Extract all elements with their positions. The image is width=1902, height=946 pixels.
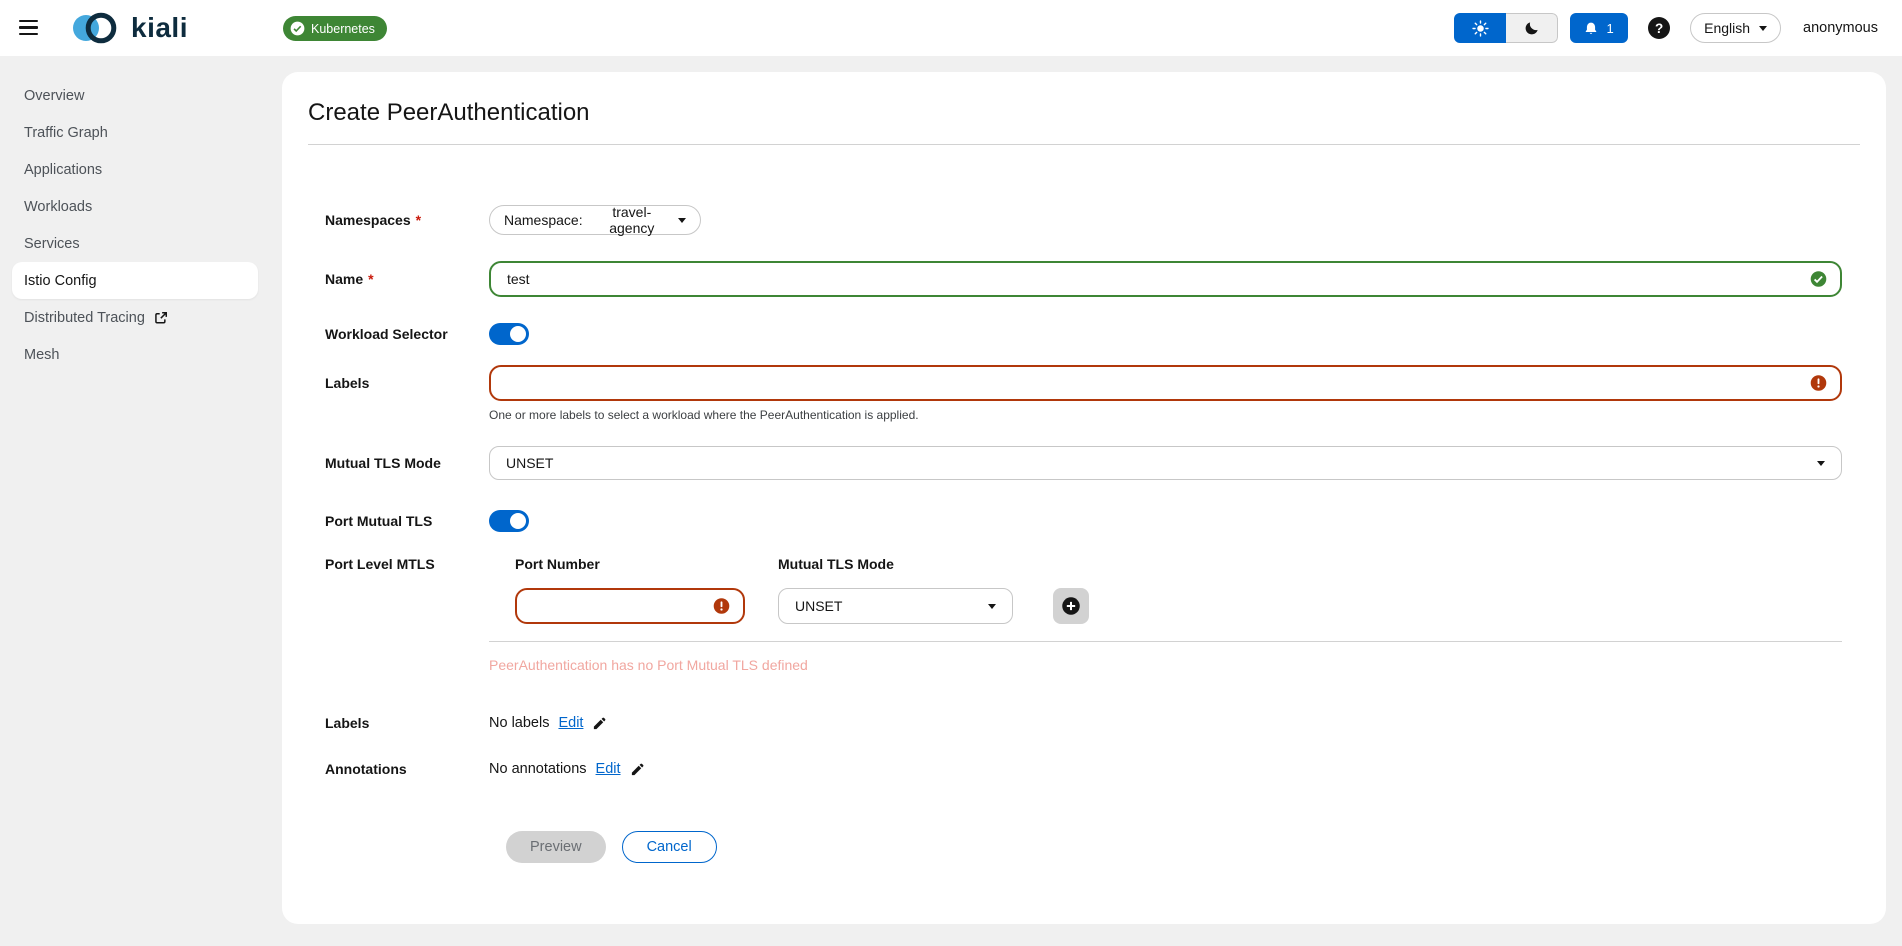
port-level-mtls-row: Port Level MTLS Port Number Mutual TLS M…	[325, 554, 1842, 673]
sidebar-item-applications[interactable]: Applications	[0, 151, 270, 188]
port-level-mtls-label: Port Level MTLS	[325, 554, 489, 572]
moon-icon	[1524, 20, 1540, 36]
workload-selector-toggle[interactable]	[489, 323, 529, 345]
pencil-icon	[592, 716, 607, 731]
sidebar-item-overview[interactable]: Overview	[0, 77, 270, 114]
form-actions: Preview Cancel	[506, 831, 1842, 863]
labels-row: Labels One or more labels to select a wo…	[325, 365, 1842, 422]
dark-theme-button[interactable]	[1506, 13, 1558, 43]
create-peerauthentication-card: Create PeerAuthentication Namespaces* Na…	[282, 72, 1886, 924]
light-theme-button[interactable]	[1454, 13, 1506, 43]
port-section-divider	[489, 641, 1842, 642]
sidebar-item-istio-config[interactable]: Istio Config	[12, 262, 258, 299]
annotations-meta-label: Annotations	[325, 761, 489, 777]
username: anonymous	[1803, 20, 1878, 36]
page-title: Create PeerAuthentication	[308, 88, 1860, 127]
labels-input[interactable]	[491, 367, 1840, 399]
name-input-wrapper	[489, 261, 1842, 297]
preview-button[interactable]: Preview	[506, 831, 606, 863]
labels-label: Labels	[325, 365, 489, 391]
sun-icon	[1472, 20, 1489, 37]
mutual-tls-mode-label: Mutual TLS Mode	[325, 455, 489, 471]
sidebar-item-mesh[interactable]: Mesh	[0, 336, 270, 373]
help-icon[interactable]: ?	[1648, 17, 1670, 39]
theme-toggle	[1454, 13, 1558, 43]
mutual-tls-mode-value: UNSET	[506, 455, 553, 471]
chevron-down-icon	[1759, 26, 1767, 31]
plus-circle-icon	[1061, 596, 1081, 616]
labels-meta-value: No labels	[489, 715, 549, 731]
cluster-badge: Kubernetes	[283, 16, 387, 41]
labels-meta-label: Labels	[325, 715, 489, 731]
notifications-count: 1	[1606, 21, 1613, 36]
required-marker: *	[416, 212, 421, 228]
sidebar-item-distributed-tracing[interactable]: Distributed Tracing	[0, 299, 270, 336]
title-divider	[308, 144, 1860, 145]
port-table-headers: Port Number Mutual TLS Mode	[515, 554, 1842, 572]
chevron-down-icon	[988, 604, 996, 609]
port-level-mtls-editor: Port Number Mutual TLS Mode	[489, 554, 1842, 624]
create-form: Namespaces* Namespace: travel-agency Nam…	[325, 205, 1842, 863]
port-mtls-warning-text: PeerAuthentication has no Port Mutual TL…	[489, 657, 1842, 673]
main-content: Create PeerAuthentication Namespaces* Na…	[270, 56, 1902, 946]
labels-helper-text: One or more labels to select a workload …	[489, 408, 1842, 422]
error-exclamation-circle-icon	[713, 598, 730, 615]
port-mutual-tls-row: Port Mutual TLS	[325, 510, 1842, 532]
sidebar-item-traffic-graph[interactable]: Traffic Graph	[0, 114, 270, 151]
cluster-badge-label: Kubernetes	[311, 22, 375, 36]
external-link-icon	[154, 311, 168, 325]
sidebar-item-services[interactable]: Services	[0, 225, 270, 262]
error-exclamation-circle-icon	[1810, 375, 1827, 392]
sidebar-nav: Overview Traffic Graph Applications Work…	[0, 56, 270, 946]
chevron-down-icon	[678, 218, 686, 223]
chevron-down-icon	[1817, 461, 1825, 466]
edit-labels-link[interactable]: Edit	[558, 715, 583, 731]
annotations-meta-row: Annotations No annotations Edit	[325, 761, 1842, 777]
edit-annotations-link[interactable]: Edit	[596, 761, 621, 777]
port-mutual-tls-toggle[interactable]	[489, 510, 529, 532]
check-circle-icon	[290, 21, 305, 36]
port-number-input[interactable]	[517, 590, 743, 622]
brand-name: kiali	[131, 12, 188, 44]
language-label: English	[1704, 20, 1750, 36]
required-marker: *	[368, 271, 373, 287]
valid-check-circle-icon	[1810, 271, 1827, 288]
namespace-dropdown[interactable]: Namespace: travel-agency	[489, 205, 701, 235]
port-mtls-mode-select[interactable]: UNSET	[778, 588, 1013, 624]
notifications-button[interactable]: 1	[1570, 13, 1628, 43]
port-number-header: Port Number	[515, 556, 778, 572]
name-input[interactable]	[491, 263, 1840, 295]
name-row: Name*	[325, 261, 1842, 297]
labels-input-wrapper	[489, 365, 1842, 401]
bell-icon	[1584, 21, 1598, 36]
workload-selector-row: Workload Selector	[325, 323, 1842, 345]
language-dropdown[interactable]: English	[1690, 13, 1781, 43]
port-number-input-wrapper	[515, 588, 745, 624]
name-label: Name*	[325, 271, 489, 287]
cancel-button[interactable]: Cancel	[622, 831, 717, 863]
namespace-value: travel-agency	[595, 204, 669, 236]
port-mtls-mode-value: UNSET	[795, 598, 842, 614]
kiali-logo: kiali	[70, 9, 188, 47]
kiali-logo-icon	[70, 9, 124, 47]
sidebar-item-workloads[interactable]: Workloads	[0, 188, 270, 225]
workload-selector-label: Workload Selector	[325, 326, 489, 342]
namespaces-label: Namespaces*	[325, 212, 489, 228]
port-mutual-tls-label: Port Mutual TLS	[325, 513, 489, 529]
pencil-icon	[630, 762, 645, 777]
mutual-tls-mode-row: Mutual TLS Mode UNSET	[325, 446, 1842, 480]
labels-meta-row: Labels No labels Edit	[325, 715, 1842, 731]
masthead: kiali Kubernetes	[0, 0, 1902, 56]
mutual-tls-mode-select[interactable]: UNSET	[489, 446, 1842, 480]
annotations-meta-value: No annotations	[489, 761, 587, 777]
menu-toggle-icon[interactable]	[19, 20, 38, 35]
add-port-rule-button[interactable]	[1053, 588, 1089, 624]
namespaces-row: Namespaces* Namespace: travel-agency	[325, 205, 1842, 235]
namespace-prefix: Namespace:	[504, 212, 583, 228]
port-mode-header: Mutual TLS Mode	[778, 556, 894, 572]
